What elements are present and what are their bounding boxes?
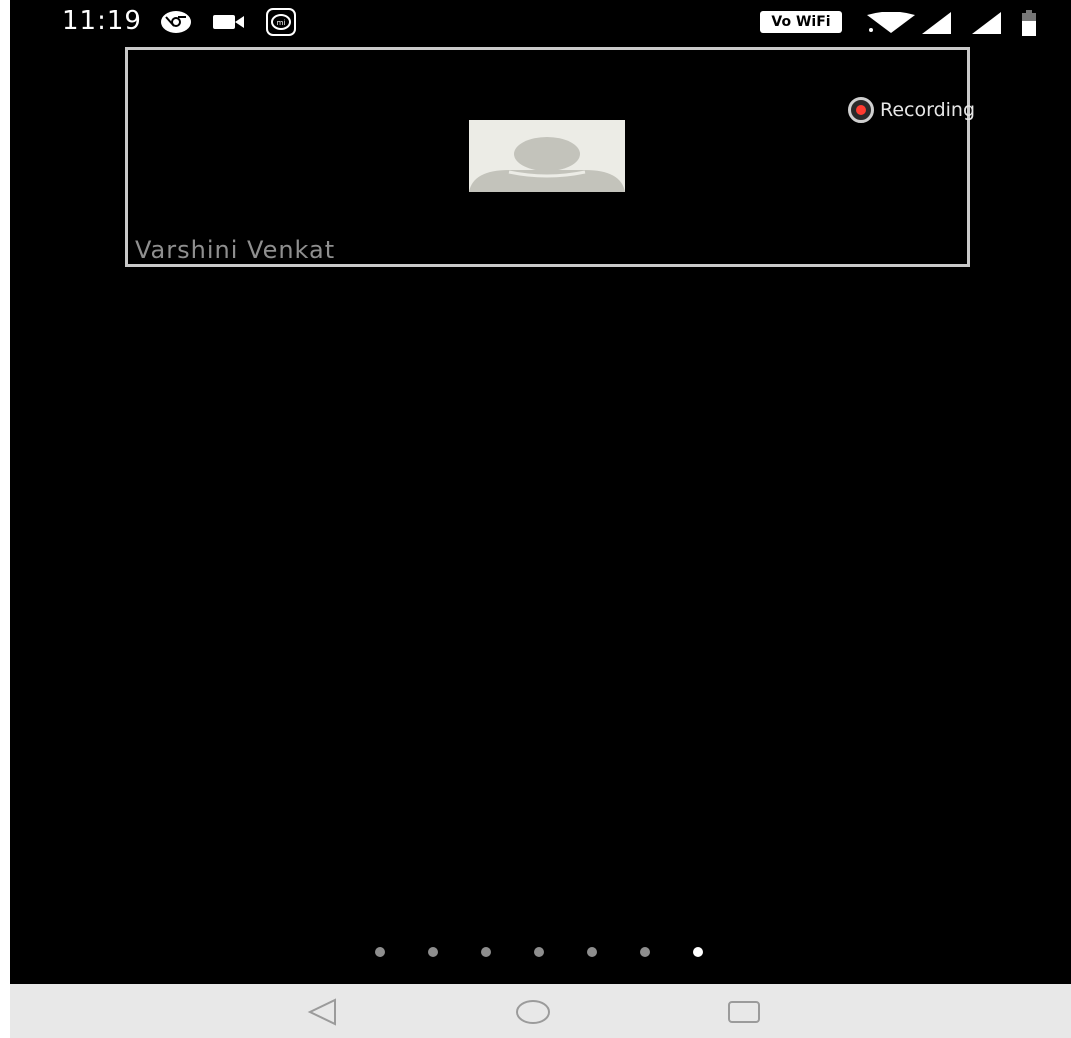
page-dot-active[interactable] (693, 947, 703, 957)
participant-name: Varshini Venkat (135, 236, 336, 264)
page-dot[interactable] (534, 947, 544, 957)
chrome-icon (160, 10, 192, 38)
battery-icon (1022, 10, 1036, 40)
signal-icon (922, 12, 952, 38)
back-icon[interactable] (306, 996, 338, 1028)
recents-icon[interactable] (726, 996, 760, 1028)
recording-indicator: Recording (848, 96, 975, 124)
meeting-screen: 11:19 mi Vo WiFi Varshini Venkat Recordi… (10, 0, 1071, 1038)
page-dot[interactable] (481, 947, 491, 957)
record-icon (848, 97, 874, 123)
recording-label: Recording (880, 99, 976, 121)
video-camera-icon (213, 13, 245, 35)
page-dot[interactable] (587, 947, 597, 957)
navigation-bar (10, 984, 1071, 1038)
home-icon[interactable] (515, 996, 550, 1028)
mi-icon: mi (266, 8, 296, 40)
svg-text:mi: mi (277, 19, 286, 27)
page-dot[interactable] (428, 947, 438, 957)
page-dot[interactable] (375, 947, 385, 957)
page-indicator (375, 947, 746, 957)
wifi-icon (865, 11, 917, 38)
page-dot[interactable] (640, 947, 650, 957)
status-time: 11:19 (62, 6, 142, 36)
status-bar: 11:19 mi Vo WiFi (10, 0, 1071, 44)
signal-icon (972, 12, 1002, 38)
vowifi-badge: Vo WiFi (760, 11, 842, 33)
default-avatar-icon (469, 120, 625, 192)
participant-video-tile[interactable]: Varshini Venkat (125, 47, 970, 267)
